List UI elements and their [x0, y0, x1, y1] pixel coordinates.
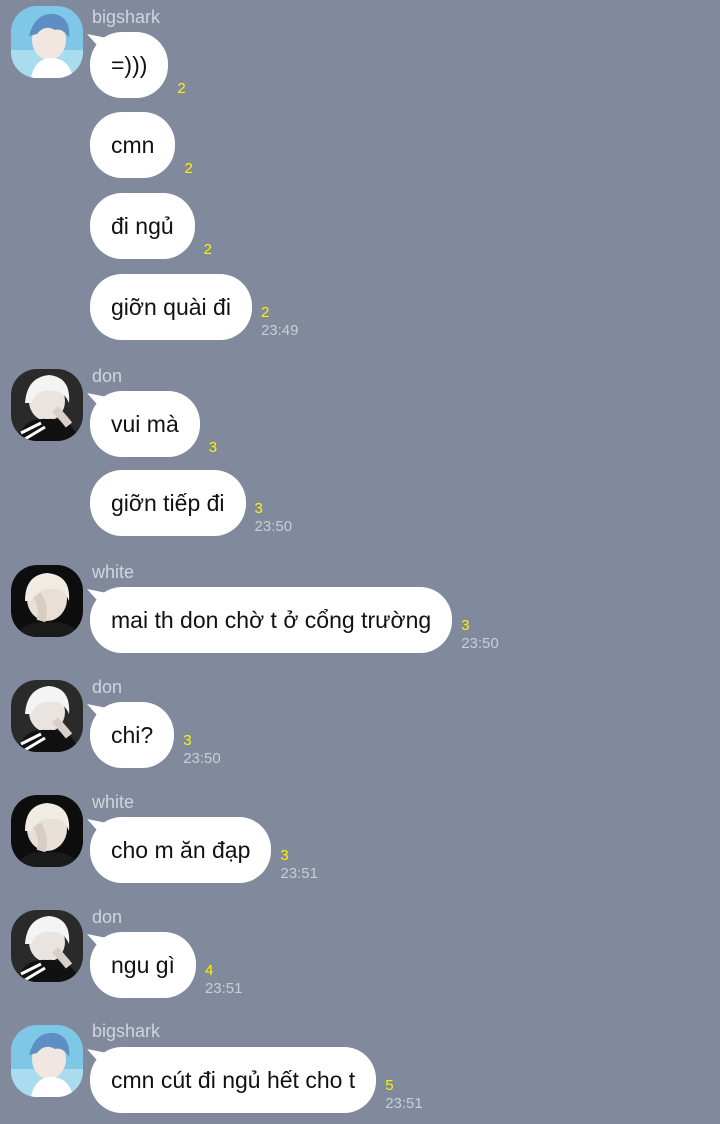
message-meta: 2: [177, 80, 185, 98]
read-count: 2: [203, 241, 213, 258]
sender-name: don: [92, 907, 123, 927]
message-row: vui mà 3: [90, 391, 217, 457]
message-row: cmn 2: [90, 112, 193, 178]
avatar-don[interactable]: [11, 910, 83, 982]
message-row: ngu gì 4 23:51: [90, 932, 243, 998]
timestamp: 23:50: [183, 750, 221, 767]
message-meta: 2: [204, 241, 212, 259]
message-bubble[interactable]: cho m ăn đạp: [90, 817, 272, 883]
message-bubble[interactable]: giỡn quài đi: [90, 274, 252, 340]
read-count: 3: [208, 439, 218, 456]
sender-name: don: [92, 677, 123, 697]
message-meta: 5 23:51: [385, 1077, 423, 1113]
avatar-don[interactable]: [11, 680, 83, 752]
read-count: 3: [254, 500, 263, 517]
message-meta: 3 23:50: [183, 732, 221, 768]
read-count: 2: [184, 160, 193, 177]
avatar-white[interactable]: [11, 565, 83, 637]
sender-name: white: [92, 562, 135, 582]
message-bubble[interactable]: ngu gì: [90, 932, 196, 998]
sender-name: don: [92, 366, 123, 386]
message-row: giỡn quài đi 2 23:49: [90, 274, 299, 340]
timestamp: 23:50: [254, 518, 293, 535]
message-meta: 2 23:49: [261, 304, 299, 340]
read-count: 4: [204, 962, 214, 979]
message-meta: 3 23:50: [461, 617, 499, 653]
message-meta: 3 23:50: [255, 500, 293, 536]
message-meta: 3: [209, 439, 217, 457]
sender-name: white: [92, 792, 135, 812]
sender-name: bigshark: [92, 1021, 161, 1041]
message-meta: 3 23:51: [280, 847, 318, 883]
message-meta: 2: [184, 160, 192, 178]
read-count: 3: [461, 617, 470, 634]
message-bubble[interactable]: vui mà: [90, 391, 200, 457]
message-row: mai th don chờ t ở cổng trường 3 23:50: [90, 587, 499, 653]
message-bubble[interactable]: giỡn tiếp đi: [90, 470, 246, 536]
message-row: giỡn tiếp đi 3 23:50: [90, 470, 292, 536]
read-count: 3: [280, 847, 289, 864]
message-bubble[interactable]: mai th don chờ t ở cổng trường: [90, 587, 453, 653]
sender-name: bigshark: [92, 7, 161, 27]
read-count: 2: [260, 304, 270, 321]
message-row: chi? 3 23:50: [90, 702, 221, 768]
avatar-don[interactable]: [11, 369, 83, 441]
timestamp: 23:51: [385, 1095, 423, 1112]
avatar-white[interactable]: [11, 795, 83, 867]
message-row: cmn cút đi ngủ hết cho t 5 23:51: [90, 1047, 423, 1113]
timestamp: 23:49: [260, 322, 299, 339]
timestamp: 23:50: [461, 635, 499, 652]
read-count: 5: [385, 1077, 394, 1094]
message-bubble[interactable]: =))): [90, 32, 169, 98]
read-count: 3: [183, 732, 192, 749]
avatar-bigshark[interactable]: [11, 6, 83, 78]
message-bubble[interactable]: cmn: [90, 112, 176, 178]
message-bubble[interactable]: cmn cút đi ngủ hết cho t: [90, 1047, 377, 1113]
timestamp: 23:51: [204, 980, 243, 997]
message-row: =))) 2: [90, 32, 186, 98]
message-meta: 4 23:51: [205, 962, 243, 998]
message-row: cho m ăn đạp 3 23:51: [90, 817, 318, 883]
message-row: đi ngủ 2: [90, 193, 212, 259]
chat-area[interactable]: bigshark =))) 2 cmn 2 đi ngủ 2 giỡn quài…: [0, 0, 720, 1124]
message-bubble[interactable]: đi ngủ: [90, 193, 195, 259]
avatar-bigshark[interactable]: [11, 1025, 83, 1097]
timestamp: 23:51: [280, 865, 318, 882]
read-count: 2: [177, 80, 186, 97]
message-bubble[interactable]: chi?: [90, 702, 175, 768]
